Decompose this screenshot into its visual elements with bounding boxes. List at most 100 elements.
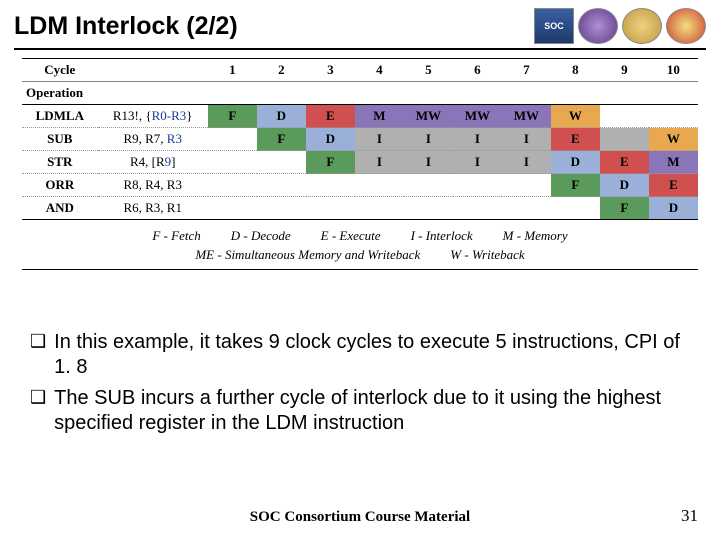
cycle-num: 2 (257, 59, 306, 82)
stage-cell: I (502, 128, 551, 151)
stage-cell: W (649, 128, 698, 151)
stage-cell (306, 174, 355, 197)
mnemonic: STR (22, 151, 98, 174)
stage-cell: I (453, 151, 502, 174)
stage-cell: F (551, 174, 600, 197)
logo-gold (622, 8, 662, 44)
operands: R13!, {R0-R3} (98, 105, 208, 128)
stage-cell (649, 105, 698, 128)
table-row: STRR4, [R9]FIIIIDEM (22, 151, 698, 174)
cycle-num: 1 (208, 59, 257, 82)
stage-cell: MW (404, 105, 453, 128)
stage-cell: F (208, 105, 257, 128)
footer-text: SOC Consortium Course Material (0, 509, 720, 526)
cycle-num: 10 (649, 59, 698, 82)
page-title: LDM Interlock (2/2) (14, 12, 238, 41)
stage-cell: I (355, 128, 404, 151)
stage-cell: E (600, 151, 649, 174)
cycle-num: 8 (551, 59, 600, 82)
bullet-item: ❑ The SUB incurs a further cycle of inte… (30, 386, 690, 436)
stage-cell: D (551, 151, 600, 174)
logo-red (666, 8, 706, 44)
stage-cell (600, 105, 649, 128)
stage-cell (404, 197, 453, 220)
stage-cell: I (404, 128, 453, 151)
stage-cell: I (404, 151, 453, 174)
stage-cell: D (257, 105, 306, 128)
stage-cell (257, 174, 306, 197)
stage-cell (257, 151, 306, 174)
stage-cell (502, 197, 551, 220)
legend-item: E - Execute (321, 228, 381, 244)
logo-soc: SOC (534, 8, 574, 44)
logo-purple (578, 8, 618, 44)
stage-cell: M (355, 105, 404, 128)
stage-cell (453, 174, 502, 197)
pipeline-table: Cycle 1 2 3 4 5 6 7 8 9 10 Operation LDM… (22, 58, 698, 220)
legend-item: ME - Simultaneous Memory and Writeback (195, 247, 420, 263)
mnemonic: LDMLA (22, 105, 98, 128)
cycle-num: 5 (404, 59, 453, 82)
stage-cell: I (453, 128, 502, 151)
stage-cell (306, 197, 355, 220)
mnemonic: AND (22, 197, 98, 220)
logo-row: SOC (534, 8, 706, 44)
legend-item: D - Decode (231, 228, 291, 244)
cycle-num: 9 (600, 59, 649, 82)
bullet-text: The SUB incurs a further cycle of interl… (54, 386, 690, 436)
stage-cell: D (649, 197, 698, 220)
stage-cell (453, 197, 502, 220)
stage-cell: F (257, 128, 306, 151)
pipeline-table-wrap: Cycle 1 2 3 4 5 6 7 8 9 10 Operation LDM… (22, 58, 698, 220)
stage-cell: D (306, 128, 355, 151)
header-divider (14, 48, 706, 50)
table-row: SUBR9, R7, R3FDIIIIEW (22, 128, 698, 151)
stage-cell: MW (453, 105, 502, 128)
stage-cell (208, 174, 257, 197)
stage-cell: W (551, 105, 600, 128)
bullet-icon: ❑ (30, 330, 46, 380)
bullet-icon: ❑ (30, 386, 46, 436)
cycle-num: 6 (453, 59, 502, 82)
stage-cell: E (306, 105, 355, 128)
cycle-header: Cycle (22, 59, 98, 82)
operands: R8, R4, R3 (98, 174, 208, 197)
stage-cell: F (306, 151, 355, 174)
table-row: ANDR6, R3, R1 FD (22, 197, 698, 220)
table-row: ORRR8, R4, R3FDE (22, 174, 698, 197)
bullet-item: ❑ In this example, it takes 9 clock cycl… (30, 330, 690, 380)
stage-cell (208, 151, 257, 174)
operands: R6, R3, R1 (98, 197, 208, 220)
cycle-num: 4 (355, 59, 404, 82)
legend-item: I - Interlock (411, 228, 473, 244)
cycle-num: 7 (502, 59, 551, 82)
stage-cell (208, 197, 257, 220)
stage-cell (355, 197, 404, 220)
legend-item: F - Fetch (152, 228, 200, 244)
legend-item: W - Writeback (450, 247, 524, 263)
mnemonic: ORR (22, 174, 98, 197)
stage-cell: I (502, 151, 551, 174)
page-number: 31 (681, 506, 698, 526)
table-row: LDMLAR13!, {R0-R3}FDEMMWMWMWW (22, 105, 698, 128)
stage-cell: I (355, 151, 404, 174)
stage-cell: F (600, 197, 649, 220)
stage-cell (502, 174, 551, 197)
stage-cell (600, 128, 649, 151)
stage-cell: MW (502, 105, 551, 128)
cycle-num: 3 (306, 59, 355, 82)
stage-cell (257, 197, 306, 220)
stage-cell: E (649, 174, 698, 197)
stage-cell (355, 174, 404, 197)
operands: R9, R7, R3 (98, 128, 208, 151)
bullet-text: In this example, it takes 9 clock cycles… (54, 330, 690, 380)
operands: R4, [R9] (98, 151, 208, 174)
legend-item: M - Memory (503, 228, 568, 244)
mnemonic: SUB (22, 128, 98, 151)
body-content: ❑ In this example, it takes 9 clock cycl… (30, 330, 690, 436)
stage-cell (551, 197, 600, 220)
stage-cell (208, 128, 257, 151)
stage-cell (404, 174, 453, 197)
legend: F - Fetch D - Decode E - Execute I - Int… (22, 224, 698, 270)
stage-cell: E (551, 128, 600, 151)
